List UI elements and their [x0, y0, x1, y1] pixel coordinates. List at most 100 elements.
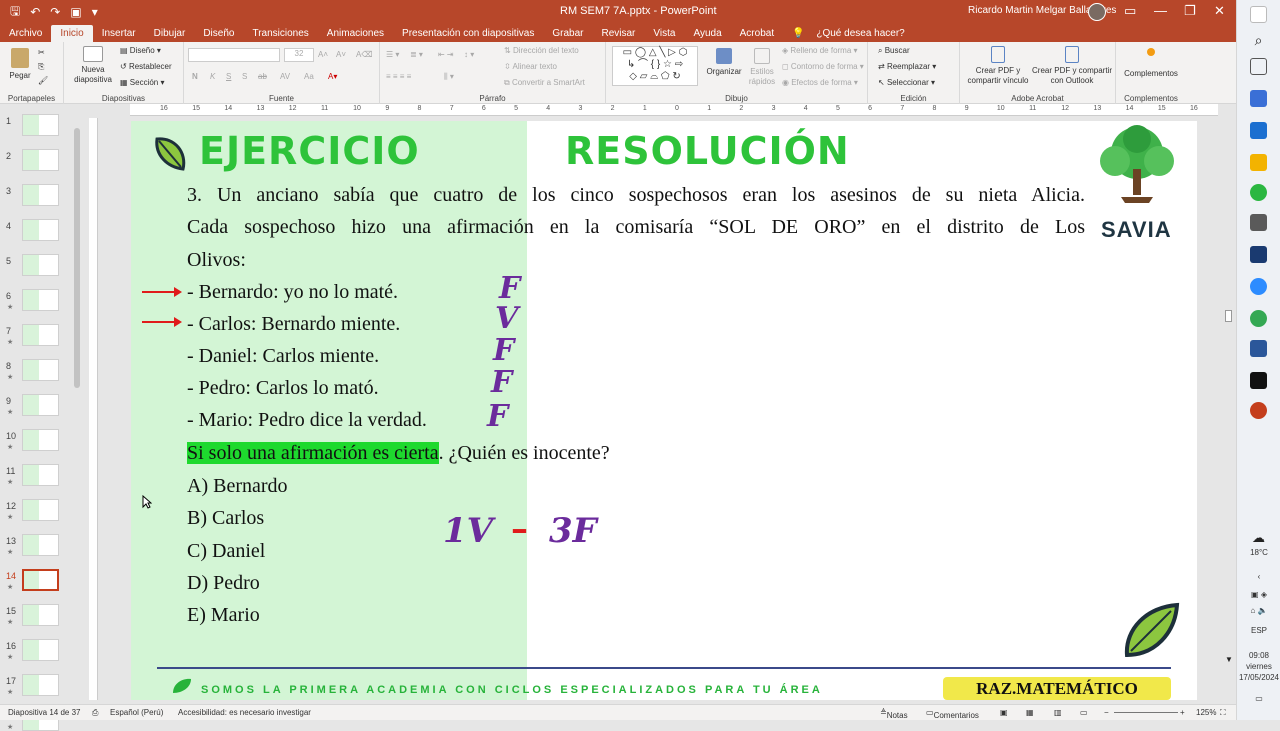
font-name-field[interactable]: [188, 48, 280, 62]
input-language[interactable]: ESP: [1237, 626, 1280, 635]
slide-thumbnail[interactable]: [22, 289, 59, 311]
minimize-icon[interactable]: —: [1154, 3, 1167, 18]
smartart-button[interactable]: ⧉ Convertir a SmartArt: [504, 78, 585, 88]
netflix-icon[interactable]: [1250, 372, 1267, 389]
tab-diseno[interactable]: Diseño: [194, 25, 243, 42]
tab-revisar[interactable]: Revisar: [592, 25, 644, 42]
columns-icon[interactable]: ⫼ ▾: [444, 72, 454, 82]
weather-icon[interactable]: ☁: [1250, 530, 1267, 547]
disney-plus-icon[interactable]: [1250, 246, 1267, 263]
show-hidden-icons[interactable]: ‹: [1237, 572, 1280, 581]
slide-thumbnail[interactable]: [22, 254, 59, 276]
search-icon[interactable]: ⌕: [1250, 32, 1267, 49]
tab-animaciones[interactable]: Animaciones: [318, 25, 393, 42]
normal-view-icon[interactable]: ▣: [1000, 708, 1008, 717]
create-pdf-outlook-button[interactable]: Crear PDF y compartir con Outlook: [1032, 46, 1112, 86]
text-direction-button[interactable]: ⇅ Dirección del texto: [504, 46, 579, 56]
reading-view-icon[interactable]: ▥: [1054, 708, 1062, 717]
indent-icons[interactable]: ⇤ ⇥: [438, 50, 454, 60]
underline-button[interactable]: S: [226, 72, 231, 82]
task-view-icon[interactable]: [1250, 58, 1267, 75]
slide-thumbnail[interactable]: [22, 639, 59, 661]
copy-icon[interactable]: ⎘: [38, 62, 44, 72]
tab-transiciones[interactable]: Transiciones: [243, 25, 317, 42]
shape-fill-button[interactable]: ◈ Relleno de forma ▾: [782, 46, 858, 56]
slide-thumbnail[interactable]: [22, 324, 59, 346]
slide-thumbnail[interactable]: [22, 464, 59, 486]
tab-insertar[interactable]: Insertar: [93, 25, 145, 42]
tab-grabar[interactable]: Grabar: [543, 25, 592, 42]
slide-thumbnail[interactable]: [22, 534, 59, 556]
char-spacing-button[interactable]: AV: [280, 72, 290, 82]
line-spacing-icon[interactable]: ↕ ▾: [464, 50, 474, 60]
section-button[interactable]: ▦ Sección ▾: [120, 78, 165, 88]
slide-thumbnail[interactable]: [22, 499, 59, 521]
save-icon[interactable]: 🖫: [10, 2, 20, 23]
zoom-app-icon[interactable]: [1250, 278, 1267, 295]
new-slide-button[interactable]: Nueva diapositiva: [70, 46, 116, 85]
slide-canvas[interactable]: EJERCICIO RESOLUCIÓN SAVIA 3. Un anciano…: [131, 121, 1197, 700]
strikethrough-button[interactable]: ab: [258, 72, 267, 82]
notes-button[interactable]: ≜ Notas: [880, 708, 908, 720]
customize-qa-icon[interactable]: ▾: [92, 5, 98, 19]
zoom-level[interactable]: 125%: [1196, 708, 1216, 717]
paste-button[interactable]: Pegar: [8, 48, 32, 81]
undo-icon[interactable]: ↶: [30, 5, 40, 19]
shadow-button[interactable]: S: [242, 72, 247, 82]
scrollbar-thumb[interactable]: [74, 128, 80, 388]
tab-presentacion[interactable]: Presentación con diapositivas: [393, 25, 543, 42]
format-painter-icon[interactable]: 🖌: [38, 76, 48, 86]
thumbnails-scrollbar[interactable]: [73, 118, 81, 702]
slide-thumbnail[interactable]: [22, 114, 59, 136]
clear-format-icon[interactable]: A⌫: [356, 50, 373, 60]
tab-dibujar[interactable]: Dibujar: [145, 25, 195, 42]
add-ins-button[interactable]: Complementos: [1122, 48, 1180, 79]
slide-thumbnail[interactable]: [22, 429, 59, 451]
tab-ayuda[interactable]: Ayuda: [684, 25, 730, 42]
bold-button[interactable]: N: [192, 72, 198, 82]
slide-thumbnail[interactable]: [22, 184, 59, 206]
word-icon[interactable]: [1250, 340, 1267, 357]
shape-outline-button[interactable]: ◻ Contorno de forma ▾: [782, 62, 864, 72]
fit-slide-icon[interactable]: ⛶: [1220, 708, 1226, 718]
quick-styles-button[interactable]: Estilos rápidos: [746, 48, 778, 87]
slide-thumbnail[interactable]: [22, 219, 59, 241]
slide-thumbnail[interactable]: [22, 569, 59, 591]
comments-button[interactable]: ▭ Comentarios: [926, 708, 979, 720]
whatsapp-icon[interactable]: [1250, 184, 1267, 201]
zoom-out-icon[interactable]: −: [1104, 708, 1109, 717]
font-color-icon[interactable]: A▾: [328, 72, 337, 82]
tab-vista[interactable]: Vista: [644, 25, 684, 42]
shrink-font-icon[interactable]: A˅: [336, 50, 346, 60]
network-volume-icons[interactable]: ⌂ 🔈: [1237, 606, 1280, 615]
find-button[interactable]: ⌕ Buscar: [878, 46, 910, 56]
clock-time[interactable]: 09:08: [1237, 651, 1280, 660]
slide-thumbnail[interactable]: [22, 149, 59, 171]
store-icon[interactable]: [1250, 90, 1267, 107]
grow-font-icon[interactable]: A˄: [318, 50, 328, 60]
calculator-icon[interactable]: [1250, 214, 1267, 231]
arrange-button[interactable]: Organizar: [704, 48, 744, 77]
change-case-button[interactable]: Aa: [304, 72, 314, 82]
scrollbar-thumb[interactable]: [1225, 310, 1232, 322]
slide-thumbnail[interactable]: [22, 674, 59, 696]
slide-thumbnail[interactable]: [22, 604, 59, 626]
file-explorer-icon[interactable]: [1250, 154, 1267, 171]
select-button[interactable]: ↖ Seleccionar ▾: [878, 78, 935, 88]
italic-button[interactable]: K: [210, 72, 215, 82]
powerpoint-icon[interactable]: [1250, 402, 1267, 419]
ribbon-display-icon[interactable]: ▭: [1124, 3, 1136, 19]
accessibility-status[interactable]: Accesibilidad: es necesario investigar: [178, 708, 311, 717]
avatar[interactable]: [1088, 3, 1106, 21]
scroll-down-icon[interactable]: ▼: [1225, 655, 1233, 664]
windows-start-icon[interactable]: [1250, 6, 1267, 23]
maximize-icon[interactable]: ❐: [1184, 3, 1196, 19]
language-indicator[interactable]: Español (Perú): [110, 708, 163, 717]
zoom-slider[interactable]: [1114, 712, 1178, 713]
present-icon[interactable]: ▣: [70, 5, 81, 19]
layout-button[interactable]: ▤ Diseño ▾: [120, 46, 161, 56]
create-pdf-link-button[interactable]: Crear PDF y compartir vínculo: [964, 46, 1032, 86]
font-size-field[interactable]: 32: [284, 48, 314, 62]
tell-me-search[interactable]: 💡 ¿Qué desea hacer?: [783, 25, 923, 42]
shapes-gallery[interactable]: ▭ ◯ △ ╲ ▷ ⬡ ↳ ⌒ { } ☆ ⇨ ◇ ▱ ⌓ ⬠ ↻: [612, 46, 698, 86]
